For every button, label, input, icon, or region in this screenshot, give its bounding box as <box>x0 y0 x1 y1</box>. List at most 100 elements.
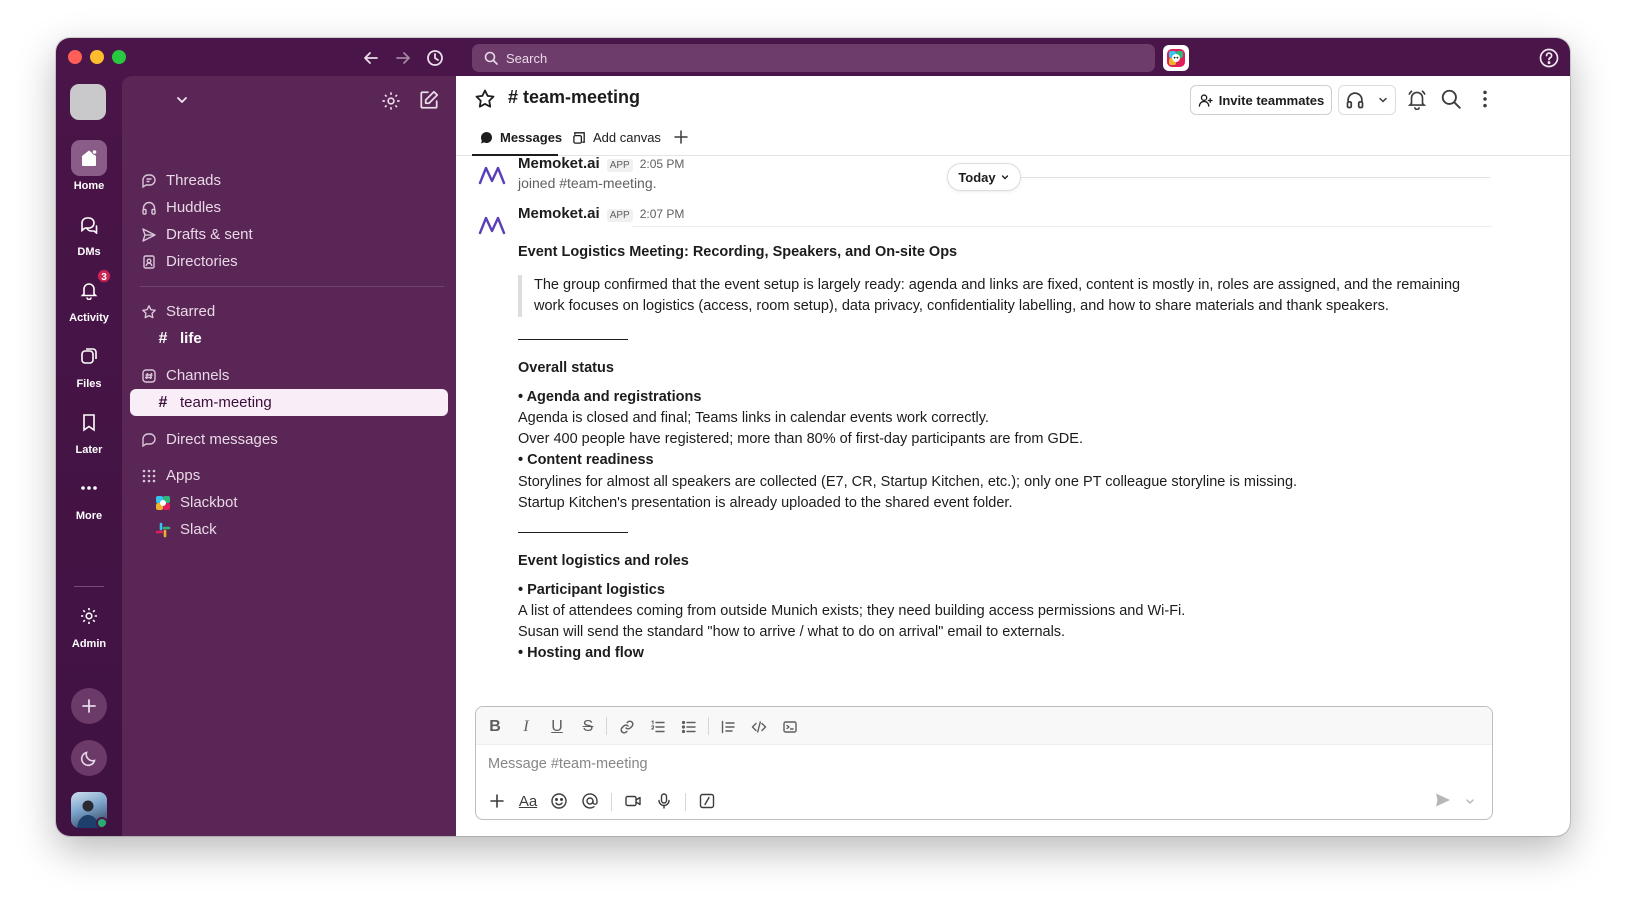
toolbar-separator <box>685 793 686 811</box>
channel-tabs: Messages Add canvas <box>456 122 1570 156</box>
channels-icon <box>140 367 158 385</box>
bullet-agenda: • Agenda and registrations <box>518 389 702 405</box>
rail-label-admin: Admin <box>71 638 107 650</box>
slack-logo-icon <box>154 521 172 539</box>
rail-item-home[interactable]: Home <box>56 140 122 192</box>
minimize-window-button[interactable] <box>90 50 104 64</box>
bullet-list-icon[interactable] <box>678 716 700 738</box>
close-window-button[interactable] <box>68 50 82 64</box>
directory-icon <box>140 253 158 271</box>
rail-divider <box>74 586 104 587</box>
compose-icon[interactable] <box>418 89 440 111</box>
ai-assistant-button[interactable] <box>1163 45 1189 71</box>
text-format-icon[interactable]: Aa <box>516 789 540 813</box>
search-placeholder: Search <box>506 50 548 66</box>
bookmark-icon <box>71 404 107 440</box>
formatting-toolbar: B I U S <box>476 707 1492 745</box>
sidebar-app-slackbot[interactable]: Slackbot <box>130 489 448 516</box>
notifications-bell-icon[interactable] <box>1406 88 1430 112</box>
sidebar-item-directories[interactable]: Directories <box>130 248 448 275</box>
dms-icon <box>71 206 107 242</box>
send-options-chevron-icon[interactable] <box>1464 791 1480 811</box>
rail-item-more[interactable]: More <box>56 470 122 522</box>
chevron-down-icon <box>1379 97 1387 103</box>
more-icon <box>71 470 107 506</box>
link-icon[interactable] <box>616 716 638 738</box>
help-icon[interactable] <box>1538 47 1560 69</box>
rail-item-dms[interactable]: DMs <box>56 206 122 258</box>
star-channel-icon[interactable] <box>474 88 498 112</box>
sidebar-item-drafts[interactable]: Drafts & sent <box>130 221 448 248</box>
send-icon[interactable] <box>1434 791 1454 811</box>
rail-label-dms: DMs <box>77 246 101 258</box>
message-time[interactable]: 2:07 PM <box>640 207 685 221</box>
sender-name[interactable]: Memoket.ai <box>518 157 600 172</box>
sidebar-app-slackbot-label: Slackbot <box>180 494 238 511</box>
sidebar-label-starred: Starred <box>166 303 216 320</box>
sidebar-section-channels[interactable]: Channels <box>130 362 448 389</box>
sidebar-item-threads[interactable]: Threads <box>130 167 448 194</box>
bullet-participant: • Participant logistics <box>518 582 665 598</box>
sidebar-label-dms: Direct messages <box>166 431 278 448</box>
slash-command-icon[interactable] <box>695 789 719 813</box>
strikethrough-icon[interactable]: S <box>577 716 599 738</box>
back-arrow-icon[interactable] <box>360 47 382 69</box>
dark-mode-toggle[interactable] <box>71 740 107 776</box>
sidebar-item-huddles[interactable]: Huddles <box>130 194 448 221</box>
sidebar-channel-life[interactable]: # life <box>130 325 448 352</box>
search-bar[interactable]: Search <box>472 44 1155 72</box>
huddle-button[interactable] <box>1338 85 1396 115</box>
sidebar-channel-team-meeting[interactable]: # team-meeting <box>130 389 448 416</box>
sidebar-label-threads: Threads <box>166 172 222 189</box>
memoket-avatar[interactable] <box>474 157 510 193</box>
video-clip-icon[interactable] <box>621 789 645 813</box>
ordered-list-icon[interactable] <box>647 716 669 738</box>
activity-badge: 3 <box>96 268 112 284</box>
italic-icon[interactable]: I <box>515 716 537 738</box>
dm-bubble-icon <box>140 431 158 449</box>
invite-teammates-button[interactable]: Invite teammates <box>1190 85 1332 115</box>
rail-item-admin[interactable]: Admin <box>56 598 122 650</box>
sidebar-section-apps[interactable]: Apps <box>130 462 448 489</box>
tab-add-canvas[interactable]: Add canvas <box>572 130 661 145</box>
blockquote-icon[interactable] <box>717 716 739 738</box>
channel-title[interactable]: # team-meeting <box>508 87 640 108</box>
attach-plus-icon[interactable] <box>485 789 509 813</box>
channel-search-icon[interactable] <box>1440 88 1464 112</box>
bold-icon[interactable]: B <box>484 716 506 738</box>
tab-add-canvas-label: Add canvas <box>593 130 661 145</box>
sender-name[interactable]: Memoket.ai <box>518 205 600 222</box>
active-tab-indicator <box>472 154 558 156</box>
rail-label-files: Files <box>76 378 102 390</box>
sidebar-settings-gear-icon[interactable] <box>380 90 402 112</box>
forward-arrow-icon[interactable] <box>392 47 414 69</box>
sidebar-app-slack[interactable]: Slack <box>130 516 448 543</box>
emoji-icon[interactable] <box>547 789 571 813</box>
rail-item-later[interactable]: Later <box>56 404 122 456</box>
home-icon <box>71 140 107 176</box>
user-avatar[interactable] <box>71 792 107 828</box>
microphone-icon[interactable] <box>652 789 676 813</box>
create-new-button[interactable] <box>71 688 107 724</box>
workspace-logo[interactable] <box>70 84 106 120</box>
history-clock-icon[interactable] <box>424 47 446 69</box>
tab-messages[interactable]: Messages <box>480 130 562 145</box>
memoket-avatar[interactable] <box>474 207 510 243</box>
sidebar-section-dms[interactable]: Direct messages <box>130 426 448 453</box>
code-block-icon[interactable] <box>779 716 801 738</box>
message-separator <box>632 226 1492 227</box>
underline-icon[interactable]: U <box>546 716 568 738</box>
mention-icon[interactable] <box>578 789 602 813</box>
sidebar-section-starred[interactable]: Starred <box>130 298 448 325</box>
more-vertical-icon[interactable] <box>1474 88 1498 112</box>
date-jump-button[interactable]: Today <box>947 163 1021 191</box>
zoom-window-button[interactable] <box>112 50 126 64</box>
add-tab-plus-icon[interactable] <box>672 128 692 148</box>
message-time[interactable]: 2:05 PM <box>640 157 685 171</box>
workspace-menu-chevron-icon[interactable] <box>172 90 192 110</box>
rail-item-files[interactable]: Files <box>56 338 122 390</box>
rail-label-activity: Activity <box>69 312 109 324</box>
message-input[interactable] <box>488 751 1468 777</box>
rail-item-activity[interactable]: 3 Activity <box>56 268 122 324</box>
code-icon[interactable] <box>748 716 770 738</box>
